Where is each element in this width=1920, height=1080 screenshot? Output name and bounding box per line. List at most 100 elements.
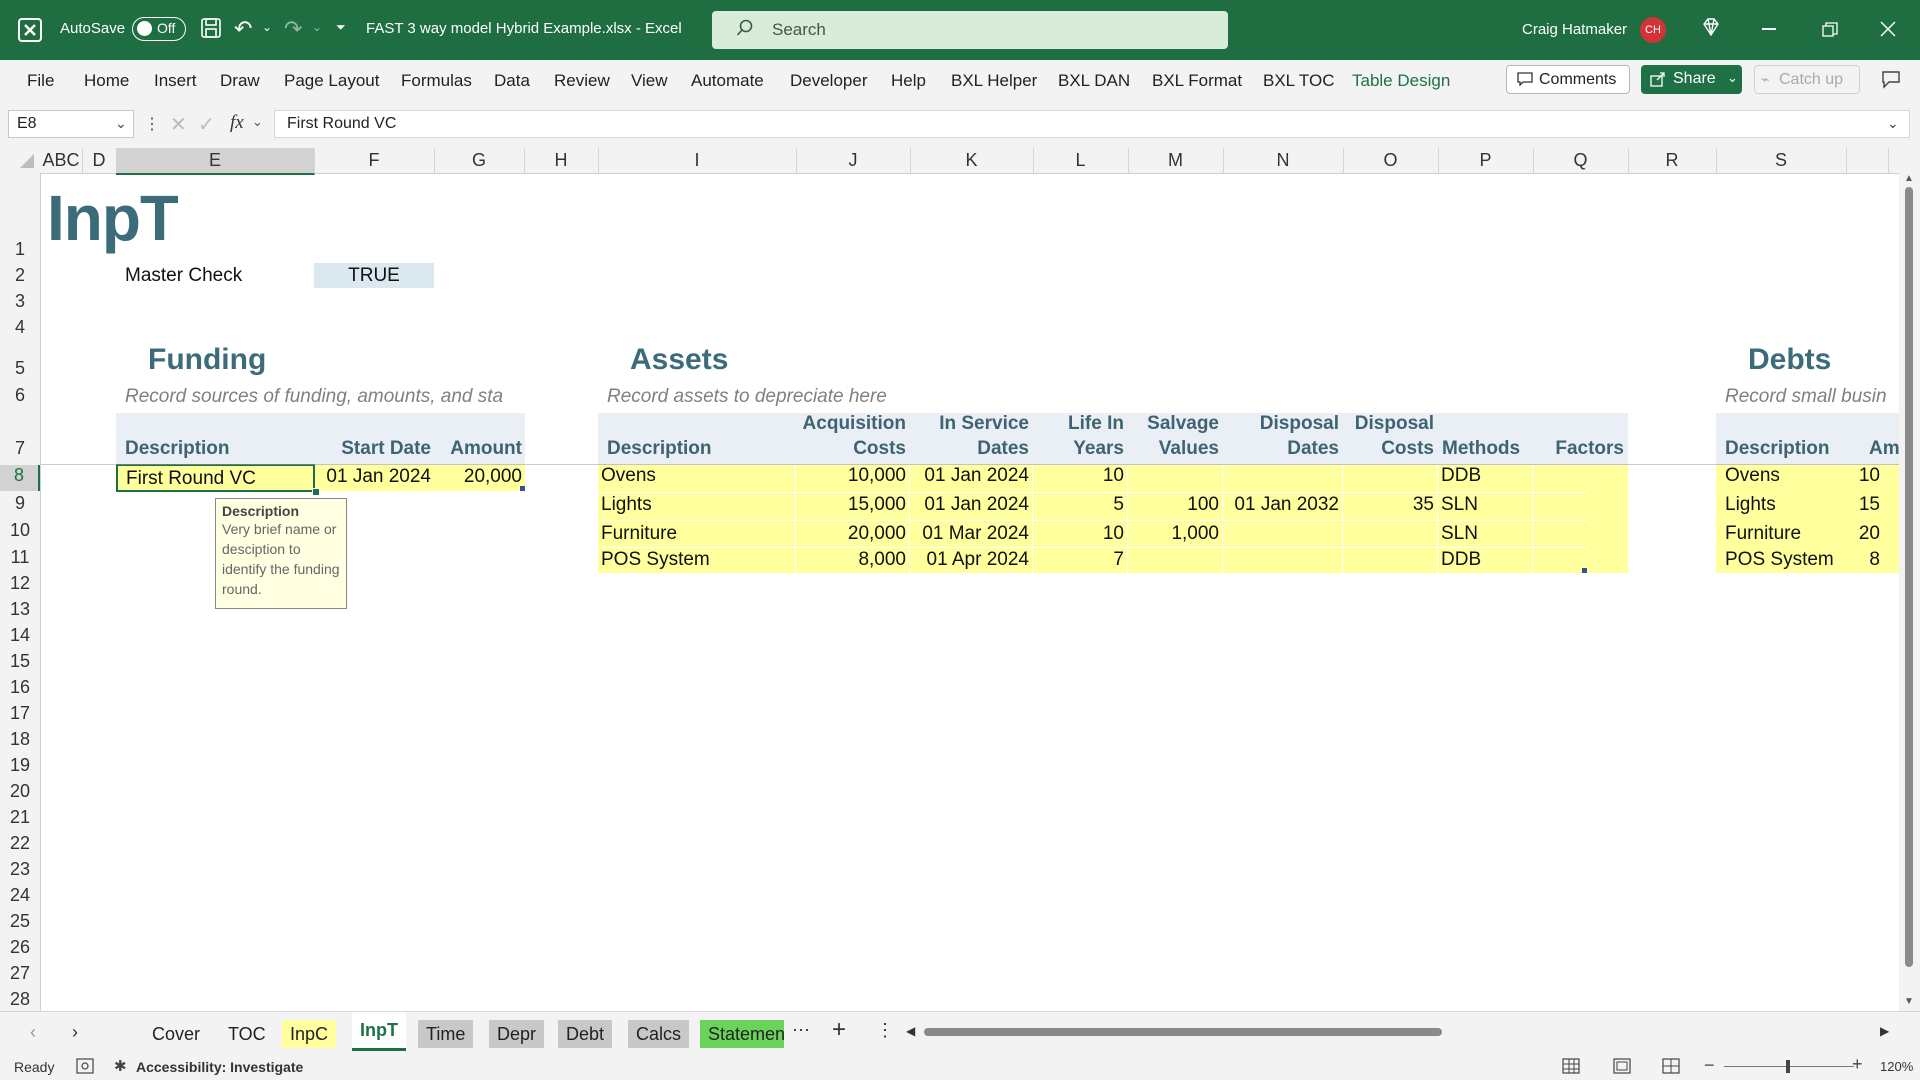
funding-header-amount[interactable]: Amount (434, 438, 522, 460)
vertical-scrollbar[interactable]: ▲ ▼ (1899, 173, 1920, 1011)
assets-header-disposal-costs-2[interactable]: Costs (1343, 438, 1434, 460)
row-header[interactable]: 20 (0, 781, 40, 802)
select-all-corner[interactable] (0, 148, 40, 173)
row-header[interactable]: 13 (0, 599, 40, 620)
sheet-tab-debt[interactable]: Debt (558, 1020, 613, 1048)
debt-amount-cell[interactable]: 10 (1850, 465, 1880, 487)
master-check-label[interactable]: Master Check (125, 265, 242, 287)
asset-description-cell[interactable]: Furniture (601, 523, 677, 545)
asset-method-cell[interactable]: DDB (1441, 549, 1481, 571)
debts-header-amount[interactable]: Am (1869, 438, 1899, 460)
scroll-left-icon[interactable]: ◀ (906, 1024, 915, 1038)
assets-header-disposal-costs-1[interactable]: Disposal (1343, 413, 1434, 435)
funding-header-start-date[interactable]: Start Date (314, 438, 431, 460)
tab-options-icon[interactable]: ⋮ (876, 1020, 894, 1041)
row-header[interactable]: 16 (0, 677, 40, 698)
assets-header-methods[interactable]: Methods (1442, 438, 1520, 460)
asset-cost-cell[interactable]: 8,000 (796, 549, 906, 571)
assets-note[interactable]: Record assets to depreciate here (607, 386, 887, 408)
row-header[interactable]: 18 (0, 729, 40, 750)
funding-amount-cell[interactable]: 20,000 (434, 466, 522, 488)
asset-disposal-date-cell[interactable]: 01 Jan 2032 (1223, 494, 1339, 516)
worksheet-grid[interactable]: InpT Master Check TRUE Funding Record so… (41, 173, 1899, 1011)
row-header[interactable]: 25 (0, 911, 40, 932)
asset-life-cell[interactable]: 10 (1033, 523, 1124, 545)
excel-logo-icon[interactable] (18, 18, 42, 42)
tab-page-layout[interactable]: Page Layout (284, 71, 379, 91)
debts-header-description[interactable]: Description (1725, 438, 1830, 460)
previous-sheet-icon[interactable]: ‹ (30, 1022, 36, 1043)
sheet-tab-calcs[interactable]: Calcs (628, 1020, 690, 1048)
row-header[interactable]: 9 (0, 493, 40, 514)
row-header[interactable]: 1 (0, 239, 40, 260)
normal-view-icon[interactable] (1562, 1058, 1580, 1077)
insert-function-icon[interactable]: fx (230, 112, 244, 134)
horizontal-scrollbar[interactable]: ◀ ▶ (906, 1024, 1889, 1040)
column-header-p[interactable]: P (1438, 148, 1534, 173)
column-header-abc[interactable]: ABC (40, 148, 83, 173)
column-header-h[interactable]: H (524, 148, 599, 173)
name-box[interactable]: E8 ⌄ (8, 110, 134, 138)
column-header-n[interactable]: N (1223, 148, 1344, 173)
row-header[interactable]: 19 (0, 755, 40, 776)
assets-header-life-2[interactable]: Years (1033, 438, 1124, 460)
sheet-tab-cover[interactable]: Cover (144, 1020, 208, 1048)
enter-icon[interactable]: ✓ (198, 112, 215, 137)
funding-note[interactable]: Record sources of funding, amounts, and … (125, 386, 525, 408)
asset-description-cell[interactable]: Ovens (601, 465, 656, 487)
asset-disposal-cost-cell[interactable]: 35 (1343, 494, 1434, 516)
add-sheet-icon[interactable]: + (832, 1016, 846, 1044)
undo-dropdown-icon[interactable]: ⌄ (262, 20, 272, 34)
assets-header-description[interactable]: Description (607, 438, 712, 460)
asset-method-cell[interactable]: DDB (1441, 465, 1481, 487)
save-icon[interactable] (200, 17, 222, 44)
asset-cost-cell[interactable]: 10,000 (796, 465, 906, 487)
tab-view[interactable]: View (631, 71, 668, 91)
sheet-title[interactable]: InpT (47, 181, 178, 255)
tab-bxl-format[interactable]: BXL Format (1152, 71, 1242, 91)
close-icon[interactable] (1880, 21, 1896, 42)
sheet-tab-inpc[interactable]: InpC (282, 1020, 337, 1048)
asset-life-cell[interactable]: 7 (1033, 549, 1124, 571)
row-header[interactable]: 8 (0, 465, 40, 491)
autosave-toggle[interactable]: Off (132, 17, 186, 41)
column-header-t[interactable] (1846, 148, 1889, 173)
asset-life-cell[interactable]: 10 (1033, 465, 1124, 487)
assets-header-salvage-1[interactable]: Salvage (1128, 413, 1219, 435)
tab-developer[interactable]: Developer (790, 71, 868, 91)
debt-description-cell[interactable]: Furniture (1725, 523, 1801, 545)
row-header[interactable]: 23 (0, 859, 40, 880)
assets-header-disposal-dates-1[interactable]: Disposal (1223, 413, 1339, 435)
assets-header-acquisition-2[interactable]: Costs (796, 438, 906, 460)
asset-description-cell[interactable]: POS System (601, 549, 710, 571)
asset-in-service-cell[interactable]: 01 Jan 2024 (910, 465, 1029, 487)
accessibility-icon[interactable]: ✱ (114, 1057, 127, 1075)
row-header[interactable]: 4 (0, 317, 40, 338)
assets-header-in-service-1[interactable]: In Service (910, 413, 1029, 435)
share-button[interactable]: Share ⌄ (1641, 65, 1742, 94)
row-header[interactable]: 12 (0, 573, 40, 594)
column-header-r[interactable]: R (1628, 148, 1717, 173)
funding-header-description[interactable]: Description (125, 438, 230, 460)
minimize-icon[interactable] (1762, 28, 1776, 30)
debts-note[interactable]: Record small busin (1725, 386, 1899, 408)
asset-salvage-cell[interactable]: 100 (1128, 494, 1219, 516)
tab-help[interactable]: Help (891, 71, 926, 91)
premium-diamond-icon[interactable] (1700, 16, 1722, 43)
zoom-slider[interactable] (1724, 1060, 1854, 1073)
asset-description-cell[interactable]: Lights (601, 494, 652, 516)
column-header-d[interactable]: D (82, 148, 117, 173)
tab-review[interactable]: Review (554, 71, 610, 91)
next-sheet-icon[interactable]: › (72, 1022, 78, 1043)
row-header[interactable]: 14 (0, 625, 40, 646)
sheet-tab-inpt[interactable]: InpT (352, 1012, 406, 1051)
page-layout-view-icon[interactable] (1613, 1058, 1631, 1077)
chevron-down-icon[interactable]: ⌄ (115, 115, 127, 132)
formula-input[interactable]: First Round VC ⌄ (274, 110, 1910, 138)
row-header[interactable]: 26 (0, 937, 40, 958)
row-header[interactable]: 28 (0, 989, 40, 1010)
page-break-view-icon[interactable] (1662, 1058, 1680, 1077)
row-header[interactable]: 10 (0, 520, 40, 541)
asset-method-cell[interactable]: SLN (1441, 523, 1478, 545)
debt-amount-cell[interactable]: 20 (1850, 523, 1880, 545)
